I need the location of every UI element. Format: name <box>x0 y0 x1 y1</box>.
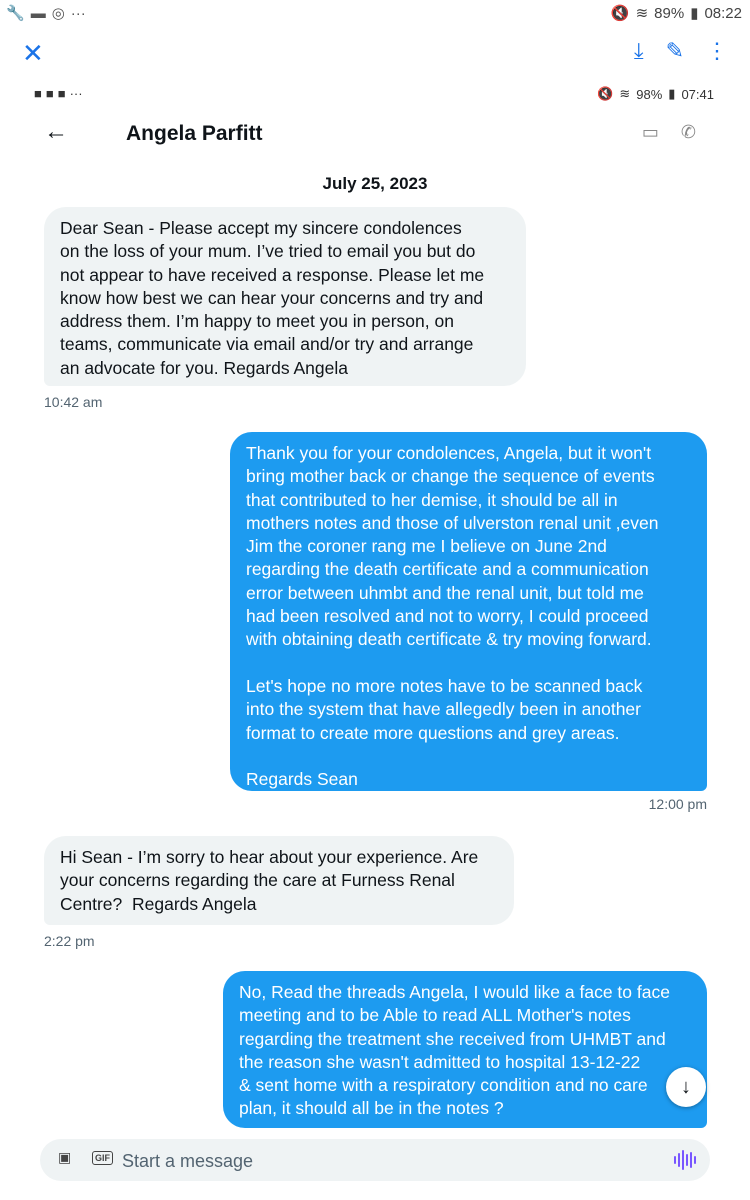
message-bubble-incoming[interactable]: Hi Sean - I’m sorry to hear about your e… <box>44 836 514 925</box>
mute-icon: 🔇 <box>597 86 614 101</box>
facebook-icon: ■ <box>57 86 66 101</box>
outer-status-bar: 🔧 ▬ ◎ ··· 🔇 ≋ 89% ▮ 08:22 <box>0 0 750 28</box>
message-timestamp: 10:42 am <box>44 394 103 410</box>
video-call-icon[interactable]: ▭ <box>642 122 659 143</box>
facebook-icon: ■ <box>34 86 42 101</box>
back-arrow-icon[interactable]: ← <box>44 118 68 146</box>
download-icon[interactable]: ⤓ <box>634 38 644 64</box>
close-icon[interactable]: ✕ <box>22 38 44 69</box>
scroll-to-bottom-button[interactable]: ↓ <box>666 1067 706 1107</box>
mute-icon: 🔇 <box>610 5 630 22</box>
gif-icon[interactable]: GIF <box>92 1151 113 1165</box>
date-separator: July 25, 2023 <box>322 174 428 193</box>
image-icon[interactable]: ▣ <box>58 1149 71 1166</box>
outer-battery-text: 89% <box>654 4 685 22</box>
more-options-icon[interactable]: ⋮ <box>706 38 728 64</box>
edit-icon[interactable]: ✎ <box>666 38 684 64</box>
inner-status-left: ■ ■ ■ ··· <box>34 86 83 101</box>
contact-name[interactable]: Angela Parfitt <box>126 122 263 146</box>
battery-icon: ▮ <box>668 86 676 101</box>
inner-status-bar: ■ ■ ■ ··· 🔇 ≋ 98% ▮ 07:41 <box>30 80 720 106</box>
outer-status-right: 🔇 ≋ 89% ▮ 08:22 <box>610 4 742 23</box>
message-input[interactable] <box>120 1147 604 1175</box>
folder-icon: ■ <box>45 86 54 101</box>
more-notifications-icon: ··· <box>69 86 83 101</box>
inner-time: 07:41 <box>681 86 714 102</box>
inner-status-right: 🔇 ≋ 98% ▮ 07:41 <box>597 86 714 102</box>
message-bubble-outgoing[interactable]: Thank you for your condolences, Angela, … <box>230 432 707 791</box>
battery-icon: ▮ <box>690 5 699 22</box>
message-timestamp: 2:22 pm <box>44 933 95 949</box>
wrench-icon: 🔧 <box>6 5 25 22</box>
message-timestamp: 12:00 pm <box>648 796 707 812</box>
voice-message-icon[interactable] <box>674 1150 696 1170</box>
phone-call-icon[interactable]: ✆ <box>681 122 696 143</box>
header-actions: ▭ ✆ <box>642 122 696 143</box>
message-composer: ▣ GIF <box>40 1139 710 1181</box>
dm-screenshot: ■ ■ ■ ··· 🔇 ≋ 98% ▮ 07:41 ← Angela Parfi… <box>30 80 720 1200</box>
viewer-toolbar: ✕ ⤓ ✎ ⋮ <box>0 28 750 80</box>
more-notifications-icon: ··· <box>70 4 86 22</box>
outer-status-left: 🔧 ▬ ◎ ··· <box>6 4 86 23</box>
outer-time: 08:22 <box>704 4 742 22</box>
message-bubble-outgoing[interactable]: No, Read the threads Angela, I would lik… <box>223 971 707 1128</box>
wifi-icon: ≋ <box>619 86 631 101</box>
inner-battery-text: 98% <box>636 86 663 102</box>
instagram-icon: ◎ <box>51 5 65 22</box>
viewer-tools: ⤓ ✎ ⋮ <box>634 38 728 64</box>
message-bubble-incoming[interactable]: Dear Sean - Please accept my sincere con… <box>44 207 526 386</box>
folder-icon: ▬ <box>30 4 46 22</box>
wifi-icon: ≋ <box>635 5 649 22</box>
conversation-header: ← Angela Parfitt ▭ ✆ <box>30 106 720 166</box>
